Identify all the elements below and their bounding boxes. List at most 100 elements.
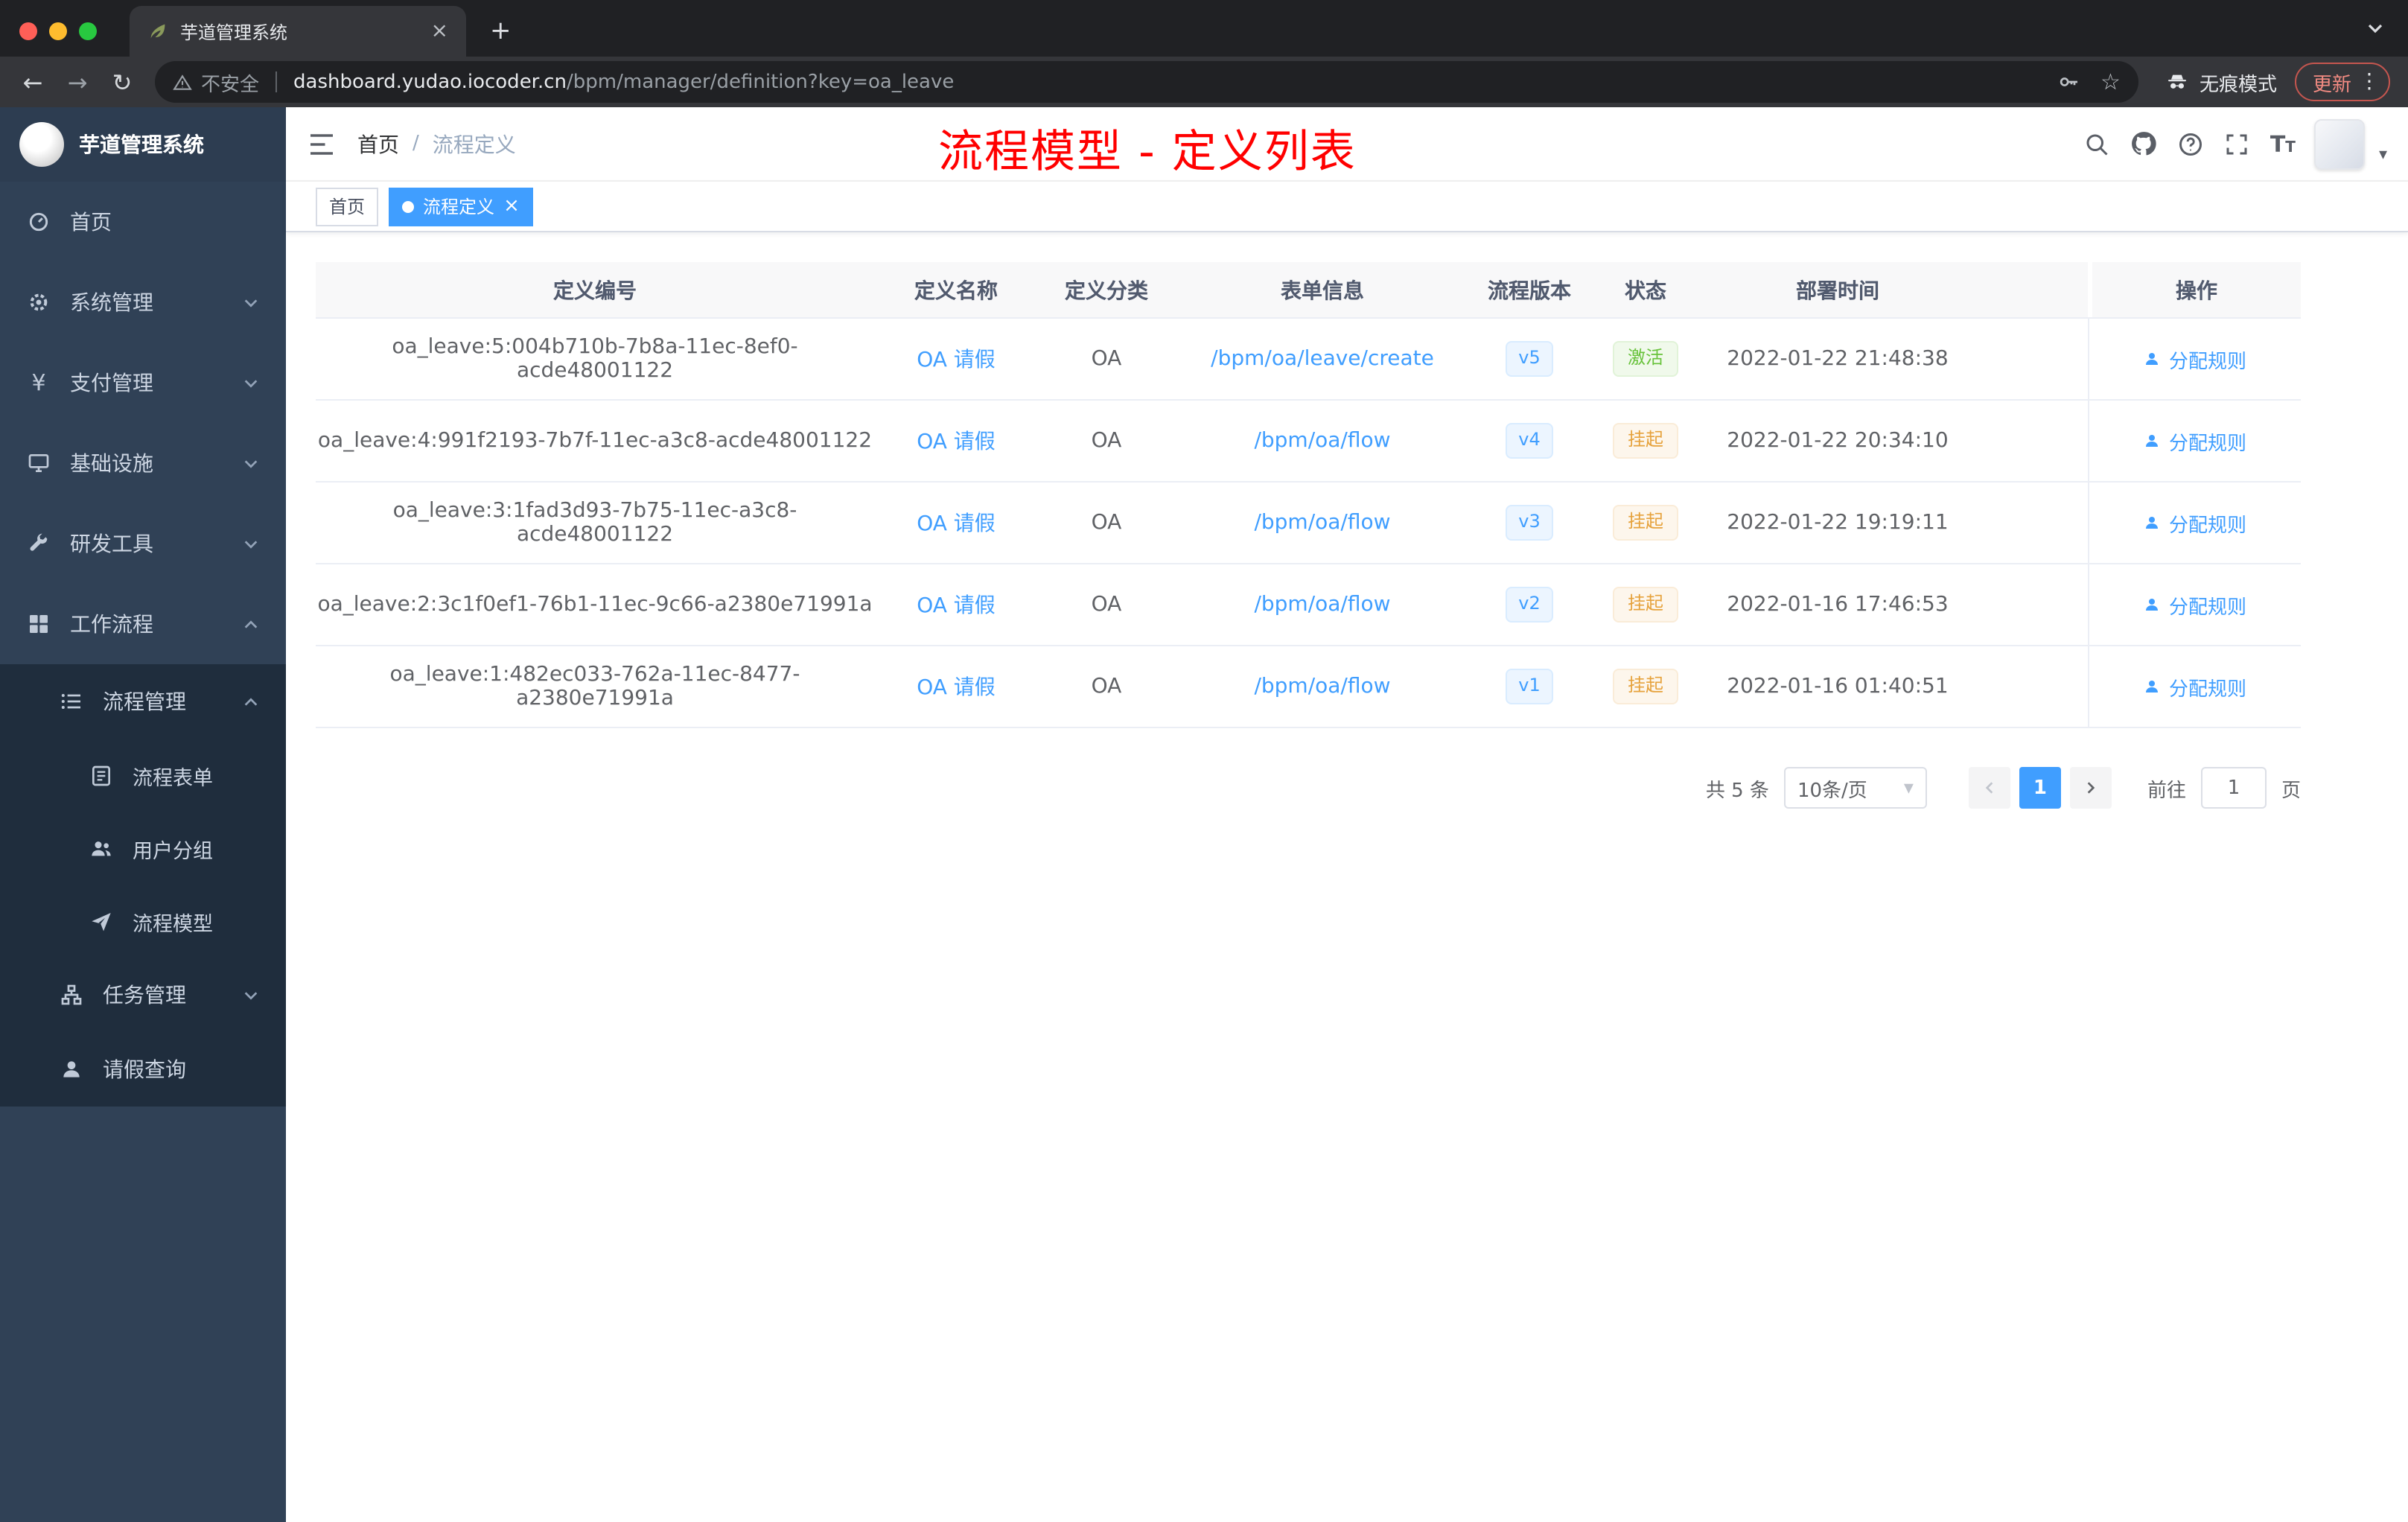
bookmark-star-icon[interactable]: ☆ — [2100, 69, 2121, 95]
tools-icon — [30, 533, 48, 551]
pagination-total: 共 5 条 — [1705, 780, 1769, 802]
definition-id: oa_leave:3:1fad3d93-7b75-11ec-a3c8-acde4… — [392, 499, 797, 547]
user-icon — [2146, 353, 2159, 365]
definition-category: OA — [1091, 593, 1122, 617]
deploy-time: 2022-01-16 17:46:53 — [1727, 593, 1949, 617]
status-badge: 激活 — [1612, 341, 1678, 377]
next-page-button[interactable] — [2069, 767, 2112, 809]
user-icon — [2146, 517, 2159, 529]
version-badge: v4 — [1505, 423, 1554, 459]
new-tab-button[interactable]: + — [481, 16, 520, 46]
password-key-icon[interactable] — [2056, 70, 2080, 94]
form-link[interactable]: /bpm/oa/leave/create — [1211, 347, 1434, 371]
sidebar-item-payment[interactable]: ¥ 支付管理 — [0, 343, 286, 423]
tag-process-definition[interactable]: 流程定义 × — [389, 187, 533, 226]
sidebar-logo[interactable]: 芋道管理系统 — [0, 107, 286, 182]
browser-menu-kebab-icon[interactable]: ⋮ — [2359, 70, 2380, 94]
hamburger-icon[interactable] — [286, 132, 357, 156]
forward-button[interactable]: → — [57, 63, 98, 101]
version-badge: v2 — [1505, 587, 1554, 623]
definition-name-link[interactable]: OA 请假 — [917, 512, 996, 536]
omnibox-divider — [275, 71, 278, 92]
status-badge: 挂起 — [1612, 505, 1678, 541]
assign-rule-button[interactable]: 分配规则 — [2144, 345, 2246, 373]
security-label[interactable]: 不安全 — [201, 68, 259, 96]
sidebar-item-user-group[interactable]: 用户分组 — [0, 812, 286, 885]
form-link[interactable]: /bpm/oa/flow — [1254, 429, 1390, 453]
sidebar-item-label: 系统管理 — [70, 292, 153, 316]
leave-icon — [63, 1061, 80, 1077]
page-number-button[interactable]: 1 — [2019, 767, 2061, 809]
deploy-time: 2022-01-22 21:48:38 — [1727, 347, 1949, 371]
address-bar[interactable]: 不安全 dashboard.yudao.iocoder.cn/bpm/manag… — [155, 61, 2138, 103]
tag-home[interactable]: 首页 — [316, 187, 379, 226]
search-icon[interactable] — [2084, 130, 2111, 157]
page-url[interactable]: dashboard.yudao.iocoder.cn/bpm/manager/d… — [293, 71, 954, 93]
page-content: 定义编号 定义名称 定义分类 表单信息 流程版本 状态 部署时间 操作 oa_l… — [286, 232, 2408, 1522]
form-link[interactable]: /bpm/oa/flow — [1254, 593, 1390, 617]
font-size-icon[interactable]: TT — [2270, 130, 2296, 157]
sidebar-item-label: 研发工具 — [70, 533, 153, 557]
assign-rule-button[interactable]: 分配规则 — [2144, 509, 2246, 537]
assign-rule-label: 分配规则 — [2168, 678, 2246, 701]
sidebar-item-process-model[interactable]: 流程模型 — [0, 885, 286, 958]
sidebar-item-process-form[interactable]: 流程表单 — [0, 739, 286, 812]
table-row: oa_leave:4:991f2193-7b7f-11ec-a3c8-acde4… — [316, 401, 2301, 483]
back-button[interactable]: ← — [12, 63, 54, 101]
close-window-button[interactable] — [19, 22, 37, 40]
chevron-down-icon — [244, 379, 258, 387]
assign-rule-button[interactable]: 分配规则 — [2144, 427, 2246, 455]
sidebar-item-process-management[interactable]: 流程管理 — [0, 664, 286, 739]
prev-page-button[interactable] — [1968, 767, 2010, 809]
assign-rule-button[interactable]: 分配规则 — [2144, 672, 2246, 701]
tag-close-icon[interactable]: × — [503, 197, 520, 216]
definition-name-link[interactable]: OA 请假 — [917, 676, 996, 700]
chevron-down-icon: ▾ — [1903, 777, 1914, 799]
github-icon[interactable] — [2130, 130, 2159, 158]
user-icon — [2146, 435, 2159, 447]
workflow-icon — [30, 615, 48, 633]
help-icon[interactable] — [2178, 130, 2205, 157]
column-header-category: 定义分类 — [1065, 279, 1148, 303]
sidebar-item-devtools[interactable]: 研发工具 — [0, 503, 286, 584]
avatar[interactable] — [2314, 118, 2366, 169]
form-icon — [92, 765, 110, 786]
process-model-icon — [92, 912, 111, 931]
browser-tab[interactable]: 芋道管理系统 × — [130, 6, 466, 57]
minimize-window-button[interactable] — [49, 22, 67, 40]
tab-search-chevron-icon[interactable] — [2366, 19, 2384, 37]
page-size-select[interactable]: 10条/页 ▾ — [1783, 767, 1927, 809]
infrastructure-icon — [28, 454, 49, 472]
definition-id: oa_leave:1:482ec033-762a-11ec-8477-a2380… — [389, 663, 800, 710]
reload-button[interactable]: ↻ — [101, 63, 143, 101]
assign-rule-label: 分配规则 — [2168, 351, 2246, 373]
form-link[interactable]: /bpm/oa/flow — [1254, 511, 1390, 535]
sidebar-item-infrastructure[interactable]: 基础设施 — [0, 423, 286, 503]
sidebar-item-leave-query[interactable]: 请假查询 — [0, 1032, 286, 1107]
sidebar-item-system[interactable]: 系统管理 — [0, 262, 286, 343]
assign-rule-button[interactable]: 分配规则 — [2144, 590, 2246, 619]
omnibox-actions: ☆ — [2056, 69, 2121, 95]
app-window: 芋道管理系统 首页 系统管理 ¥ 支付管理 基础设施 研发工具 工作流程 流程管… — [0, 107, 2408, 1522]
zoom-window-button[interactable] — [79, 22, 97, 40]
goto-page-input[interactable] — [2200, 767, 2267, 809]
navbar-actions: TT ▾ — [2084, 118, 2408, 169]
breadcrumb-home[interactable]: 首页 — [357, 129, 399, 159]
sidebar-item-workflow[interactable]: 工作流程 — [0, 584, 286, 664]
definition-name-link[interactable]: OA 请假 — [917, 594, 996, 618]
deploy-time: 2022-01-22 20:34:10 — [1727, 429, 1949, 453]
sidebar-item-home[interactable]: 首页 — [0, 182, 286, 262]
sidebar-item-label: 流程管理 — [103, 691, 186, 715]
tab-close-icon[interactable]: × — [425, 18, 454, 45]
status-badge: 挂起 — [1612, 423, 1678, 459]
definition-name-link[interactable]: OA 请假 — [917, 430, 996, 454]
form-link[interactable]: /bpm/oa/flow — [1254, 675, 1390, 698]
update-chip[interactable]: 更新 ⋮ — [2294, 63, 2390, 101]
definition-name-link[interactable]: OA 请假 — [917, 348, 996, 372]
sidebar-item-task-management[interactable]: 任务管理 — [0, 958, 286, 1032]
fullscreen-icon[interactable] — [2224, 130, 2251, 157]
avatar-caret-icon[interactable]: ▾ — [2379, 144, 2387, 169]
definition-category: OA — [1091, 347, 1122, 371]
tab-title: 芋道管理系统 — [180, 22, 288, 42]
tags-view: 首页 流程定义 × — [286, 182, 2408, 232]
